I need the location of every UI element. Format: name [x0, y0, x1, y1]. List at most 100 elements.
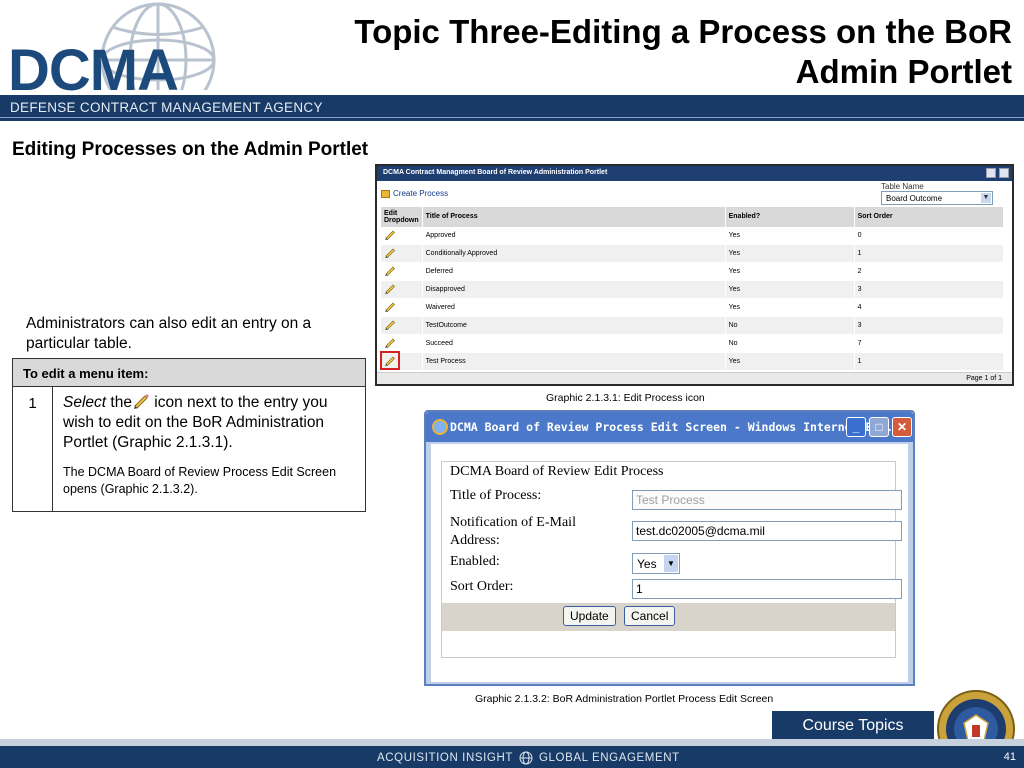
course-topics-button[interactable]: Course Topics	[772, 711, 934, 740]
table-header-row: Edit Dropdown Title of Process Enabled? …	[381, 207, 1005, 227]
table-name-select[interactable]: Board Outcome ▼	[881, 191, 993, 205]
sort-order-label: Sort Order:	[450, 579, 514, 594]
minimize-button[interactable]: _	[846, 417, 866, 437]
email-label: Notification of E-Mail Address:	[450, 514, 576, 550]
slide-title-line2: Admin Portlet	[795, 53, 1012, 90]
update-button[interactable]: Update	[563, 606, 616, 626]
process-title-cell: Conditionally Approved	[422, 244, 726, 263]
enabled-cell: Yes	[725, 244, 855, 263]
portlet-title: DCMA Contract Managment Board of Review …	[383, 169, 608, 176]
step-instruction: Select the icon next to the entry you wi…	[63, 393, 357, 453]
edit-cell	[381, 280, 423, 299]
create-process-label: Create Process	[393, 189, 449, 198]
caption-graphic-1: Graphic 2.1.3.1: Edit Process icon	[546, 392, 705, 404]
agency-banner: DEFENSE CONTRACT MANAGEMENT AGENCY	[0, 95, 1024, 121]
process-title-cell: Test Process	[422, 351, 726, 371]
enabled-cell: No	[725, 333, 855, 353]
pencil-edit-icon[interactable]	[384, 229, 396, 241]
caption-graphic-2: Graphic 2.1.3.2: BoR Administration Port…	[475, 693, 774, 705]
pencil-edit-icon[interactable]	[380, 350, 400, 370]
step-number: 1	[13, 387, 53, 511]
sort-order-field[interactable]: 1	[632, 579, 902, 599]
enabled-value: Yes	[637, 557, 657, 571]
pencil-edit-icon[interactable]	[384, 247, 396, 259]
internet-explorer-icon	[432, 419, 448, 435]
process-table: Edit Dropdown Title of Process Enabled? …	[380, 207, 1005, 371]
table-row: Approved Yes 0	[381, 226, 1005, 245]
table-row: Test Process Yes 1	[380, 350, 1005, 371]
process-title-cell: Succeed	[422, 333, 726, 353]
enabled-cell: Yes	[725, 298, 855, 317]
pencil-edit-icon[interactable]	[384, 337, 396, 348]
footer-tagline: ACQUISITION INSIGHT GLOBAL ENGAGEMENT	[377, 751, 680, 765]
pencil-edit-icon[interactable]	[384, 301, 396, 312]
table-name-value: Board Outcome	[886, 194, 943, 203]
chevron-down-icon: ▼	[664, 555, 678, 572]
instruction-part1: the	[110, 394, 132, 411]
create-process-link[interactable]: Create Process	[381, 189, 448, 198]
table-row: Disapproved Yes 3	[381, 280, 1005, 299]
enabled-cell: No	[725, 315, 855, 335]
window-titlebar: DCMA Board of Review Process Edit Screen…	[426, 412, 913, 442]
select-word: Select	[63, 394, 107, 411]
table-name-label: Table Name	[881, 182, 924, 191]
edit-cell	[381, 333, 423, 353]
email-label-line2: Address:	[450, 533, 500, 548]
title-field[interactable]: Test Process	[632, 490, 902, 510]
pencil-edit-icon[interactable]	[384, 283, 396, 295]
sort-order-cell: 4	[854, 298, 1005, 317]
admin-portlet: DCMA Contract Managment Board of Review …	[375, 164, 1014, 386]
process-title-cell: TestOutcome	[422, 315, 726, 335]
form-button-bar: Update Cancel	[442, 603, 895, 631]
enabled-label: Enabled:	[450, 554, 500, 569]
step-result: The DCMA Board of Review Process Edit Sc…	[63, 465, 337, 496]
step-description: Select the icon next to the entry you wi…	[53, 387, 365, 511]
column-header: Sort Order	[854, 207, 1005, 227]
form-heading: DCMA Board of Review Edit Process	[450, 464, 664, 479]
pencil-edit-icon[interactable]	[384, 265, 396, 277]
table-row: Waivered Yes 4	[381, 298, 1005, 317]
cancel-button[interactable]: Cancel	[624, 606, 676, 626]
steps-table-header: To edit a menu item:	[13, 359, 365, 387]
section-heading: Editing Processes on the Admin Portlet	[12, 139, 369, 160]
window-content: DCMA Board of Review Edit Process Title …	[431, 444, 908, 682]
edit-cell	[381, 226, 423, 245]
banner-divider	[0, 117, 1024, 118]
sort-order-cell: 3	[854, 315, 1005, 335]
enabled-cell: Yes	[725, 226, 855, 245]
page-number: 41	[1003, 751, 1016, 763]
column-header: Enabled?	[725, 207, 855, 227]
sort-order-cell: 3	[854, 280, 1005, 299]
edit-cell	[380, 350, 423, 371]
email-field[interactable]: test.dc02005@dcma.mil	[632, 521, 902, 541]
maximize-button[interactable]: □	[869, 417, 889, 437]
column-header: Title of Process	[422, 207, 726, 227]
intro-text: Administrators can also edit an entry on…	[26, 315, 312, 352]
sort-order-cell: 1	[854, 244, 1005, 263]
close-button[interactable]: ✕	[892, 417, 912, 437]
chevron-down-icon: ▼	[981, 193, 991, 203]
enabled-select[interactable]: Yes ▼	[632, 553, 680, 574]
email-label-line1: Notification of E-Mail	[450, 515, 576, 530]
sort-order-cell: 7	[854, 333, 1005, 353]
dcma-logo-text: DCMA	[8, 38, 179, 103]
process-title-cell: Deferred	[422, 262, 726, 281]
enabled-cell: Yes	[725, 262, 855, 281]
pencil-edit-icon[interactable]	[384, 319, 396, 330]
process-title-cell: Approved	[422, 226, 726, 245]
table-row: Succeed No 7	[381, 333, 1005, 353]
column-header: Edit Dropdown	[381, 207, 423, 227]
minimize-icon[interactable]	[986, 168, 996, 178]
enabled-cell: Yes	[725, 280, 855, 299]
steps-table: To edit a menu item: 1 Select the icon n…	[12, 358, 366, 512]
title-label: Title of Process:	[450, 488, 542, 503]
edit-process-window: DCMA Board of Review Process Edit Screen…	[424, 410, 915, 686]
portlet-pager: Page 1 of 1	[377, 372, 1012, 384]
step-row: 1 Select the icon next to the entry you …	[13, 387, 365, 511]
close-icon[interactable]	[999, 168, 1009, 178]
sort-order-cell: 2	[854, 262, 1005, 281]
sort-order-cell: 1	[854, 351, 1005, 371]
footer-bar: ACQUISITION INSIGHT GLOBAL ENGAGEMENT 41	[0, 739, 1024, 768]
process-title-cell: Disapproved	[422, 280, 726, 299]
edit-cell	[381, 315, 423, 335]
